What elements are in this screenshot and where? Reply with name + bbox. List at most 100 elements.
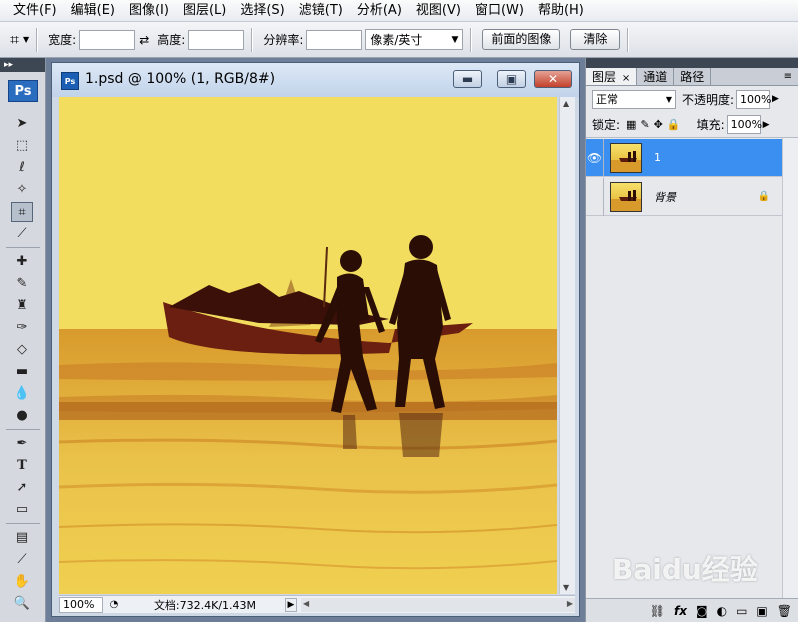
path-selection-icon[interactable]: ➚: [11, 478, 33, 498]
ps-logo[interactable]: Ps: [8, 80, 38, 102]
menu-analysis[interactable]: 分析(A): [350, 0, 409, 22]
pen-tool-icon[interactable]: ✒: [11, 434, 33, 454]
trash-icon[interactable]: 🗑: [777, 604, 792, 618]
resolution-unit-value: 像素/英寸: [370, 33, 423, 47]
panel-grip[interactable]: [586, 58, 798, 68]
notes-tool-icon[interactable]: ▤: [11, 528, 33, 548]
folder-icon[interactable]: ▭: [736, 604, 747, 618]
scroll-down-icon[interactable]: ▼: [563, 583, 569, 592]
swap-icon[interactable]: ⇄: [139, 33, 149, 47]
opacity-slider-icon[interactable]: ▶: [772, 94, 779, 104]
document-title: 1.psd @ 100% (1, RGB/8#): [85, 71, 276, 87]
resolution-input[interactable]: [306, 29, 363, 50]
tab-layers[interactable]: 图层 ×: [586, 68, 638, 85]
tab-channels[interactable]: 通道: [637, 68, 675, 85]
fill-input[interactable]: 100%: [726, 115, 762, 134]
menu-edit[interactable]: 编辑(E): [64, 0, 122, 22]
shape-tool-icon[interactable]: ▭: [11, 500, 33, 520]
gradient-tool-icon[interactable]: ▬: [11, 362, 33, 382]
width-input[interactable]: [79, 29, 136, 50]
tab-paths[interactable]: 路径: [674, 68, 712, 85]
magic-wand-icon[interactable]: ✧: [11, 180, 33, 200]
eraser-tool-icon[interactable]: ◇: [11, 340, 33, 360]
history-brush-icon[interactable]: ✑: [11, 318, 33, 338]
horizontal-scrollbar[interactable]: ◀ ▶: [301, 597, 575, 612]
type-tool-icon[interactable]: T: [11, 456, 33, 476]
new-layer-icon[interactable]: ▣: [756, 604, 767, 618]
lock-pixels-icon[interactable]: ✎: [640, 118, 649, 131]
front-image-button[interactable]: 前面的图像: [482, 29, 561, 50]
blend-mode-value: 正常: [596, 92, 618, 106]
lock-all-icon[interactable]: 🔒: [667, 118, 681, 131]
crop-icon: ⌗: [10, 29, 20, 49]
marquee-tool-icon[interactable]: ⬚: [11, 136, 33, 156]
menu-select[interactable]: 选择(S): [233, 0, 291, 22]
opacity-input[interactable]: 100%: [736, 89, 772, 109]
lock-row: 锁定: ▦ ✎ ✥ 🔒 填充: 100% ▶: [586, 112, 798, 138]
status-menu-arrow-icon[interactable]: ▶: [285, 597, 297, 612]
close-icon: ✕: [547, 72, 559, 86]
visibility-toggle[interactable]: [586, 177, 604, 216]
scroll-left-icon[interactable]: ◀: [303, 599, 309, 608]
eyedropper-icon[interactable]: ⟋: [11, 550, 33, 570]
lock-position-icon[interactable]: ✥: [654, 118, 663, 131]
menu-window[interactable]: 窗口(W): [468, 0, 531, 22]
fill-slider-icon[interactable]: ▶: [763, 120, 770, 130]
dodge-tool-icon[interactable]: ●: [11, 406, 33, 426]
slice-tool-icon[interactable]: ⟋: [11, 224, 33, 244]
divider: [6, 247, 40, 248]
zoom-level-input[interactable]: 100%: [59, 596, 103, 613]
clone-stamp-icon[interactable]: ♜: [11, 296, 33, 316]
blur-tool-icon[interactable]: 💧: [11, 384, 33, 404]
document-titlebar[interactable]: Ps 1.psd @ 100% (1, RGB/8#) ▬ ▣ ✕: [52, 63, 579, 97]
width-label: 宽度:: [48, 33, 77, 47]
tool-preset-picker[interactable]: ⌗ ▼: [10, 30, 29, 50]
menu-help[interactable]: 帮助(H): [531, 0, 591, 22]
layer-name[interactable]: 背景: [654, 189, 676, 205]
menu-file[interactable]: 文件(F): [6, 0, 64, 22]
layer-thumbnail: [610, 142, 642, 173]
vertical-scrollbar[interactable]: ▲ ▼: [559, 97, 575, 594]
height-input[interactable]: [188, 29, 245, 50]
link-icon[interactable]: ⛓: [650, 604, 665, 618]
eye-icon[interactable]: 👁: [586, 138, 604, 177]
layer-row-background[interactable]: 背景 🔒: [586, 177, 782, 216]
menu-layer[interactable]: 图层(L): [176, 0, 233, 22]
hand-tool-icon[interactable]: ✋: [11, 572, 33, 592]
close-icon[interactable]: ×: [622, 73, 630, 84]
adjustment-icon[interactable]: ◐: [717, 604, 727, 618]
minimize-button[interactable]: ▬: [453, 70, 482, 88]
divider: [627, 27, 629, 52]
menu-view[interactable]: 视图(V): [409, 0, 468, 22]
mask-icon[interactable]: ◙: [696, 604, 708, 618]
lock-transparency-icon[interactable]: ▦: [626, 118, 636, 131]
panel-menu-icon[interactable]: ≡: [784, 68, 792, 85]
layer-row-1[interactable]: 👁 1: [586, 138, 782, 177]
menu-image[interactable]: 图像(I): [122, 0, 176, 22]
maximize-button[interactable]: ▣: [497, 70, 526, 88]
beach-sunset-image: [59, 97, 557, 594]
lasso-tool-icon[interactable]: ℓ: [11, 158, 33, 178]
layers-panel-footer: ⛓ fx ◙ ◐ ▭ ▣ 🗑: [586, 598, 798, 622]
divider: [251, 27, 253, 52]
close-button[interactable]: ✕: [534, 70, 572, 88]
blend-mode-select[interactable]: 正常 ▼: [592, 89, 676, 109]
maximize-icon: ▣: [505, 72, 518, 86]
crop-tool-icon[interactable]: ⌗: [11, 202, 33, 222]
clear-button[interactable]: 清除: [570, 29, 621, 50]
toolbox-grip[interactable]: ▸▸: [0, 58, 45, 72]
layer-name[interactable]: 1: [654, 151, 661, 164]
brush-tool-icon[interactable]: ✎: [11, 274, 33, 294]
divider: [6, 429, 40, 430]
resolution-unit-select[interactable]: 像素/英寸 ▼: [365, 29, 464, 50]
scroll-right-icon[interactable]: ▶: [567, 599, 573, 608]
layers-scrollbar[interactable]: [782, 138, 798, 598]
scroll-up-icon[interactable]: ▲: [563, 99, 569, 108]
menu-filter[interactable]: 滤镜(T): [292, 0, 350, 22]
info-icon[interactable]: ◔: [107, 599, 121, 610]
image-canvas[interactable]: [59, 97, 557, 594]
fx-icon[interactable]: fx: [674, 604, 687, 618]
zoom-tool-icon[interactable]: 🔍: [11, 594, 33, 614]
move-tool-icon[interactable]: ➤: [11, 114, 33, 134]
healing-brush-icon[interactable]: ✚: [11, 252, 33, 272]
